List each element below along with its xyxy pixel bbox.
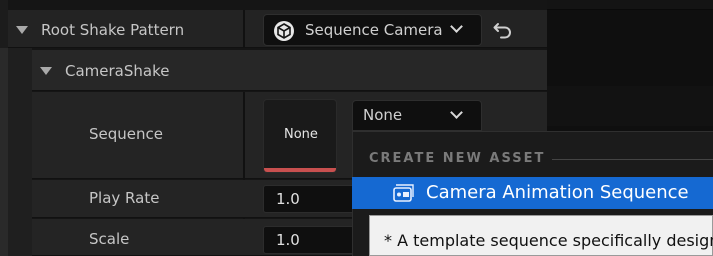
scale-input[interactable]: 1.0 bbox=[263, 226, 363, 254]
expand-arrow-icon[interactable] bbox=[16, 26, 28, 34]
column-divider bbox=[243, 10, 245, 48]
sequence-asset-value: None bbox=[363, 106, 403, 124]
tooltip-text: * A template sequence specifically desig… bbox=[384, 231, 713, 250]
thumbnail-none-text: None bbox=[284, 127, 318, 142]
sequence-thumbnail[interactable]: None bbox=[263, 99, 337, 173]
play-rate-label: Play Rate bbox=[89, 189, 160, 207]
left-gutter-lower bbox=[0, 48, 8, 256]
play-rate-input[interactable]: 1.0 bbox=[263, 185, 363, 213]
root-shake-pattern-combo[interactable]: Sequence Camera S bbox=[263, 14, 482, 46]
viewport-strip bbox=[547, 0, 713, 10]
viewport-strip bbox=[547, 86, 713, 126]
chevron-down-icon bbox=[450, 106, 463, 119]
chevron-down-icon bbox=[450, 20, 463, 33]
create-new-asset-header: CREATE NEW ASSET bbox=[369, 151, 546, 166]
scale-label: Scale bbox=[89, 230, 130, 248]
sequence-camera-shake-icon bbox=[274, 21, 294, 41]
sequence-asset-combo[interactable]: None bbox=[352, 100, 482, 131]
menu-item-label: Camera Animation Sequence bbox=[426, 182, 689, 203]
sequence-label: Sequence bbox=[89, 125, 163, 143]
asset-type-color-bar bbox=[264, 168, 336, 172]
indent-gutter bbox=[8, 48, 32, 256]
camera-shake-label: CameraShake bbox=[65, 62, 170, 80]
camera-animation-sequence-icon bbox=[393, 184, 414, 202]
root-shake-pattern-value: Sequence Camera S bbox=[305, 21, 442, 39]
left-gutter bbox=[0, 0, 8, 48]
header-divider bbox=[552, 159, 713, 160]
root-shake-pattern-label: Root Shake Pattern bbox=[41, 21, 185, 39]
expand-arrow-icon[interactable] bbox=[40, 67, 52, 75]
reset-arrow-icon[interactable] bbox=[493, 20, 513, 40]
